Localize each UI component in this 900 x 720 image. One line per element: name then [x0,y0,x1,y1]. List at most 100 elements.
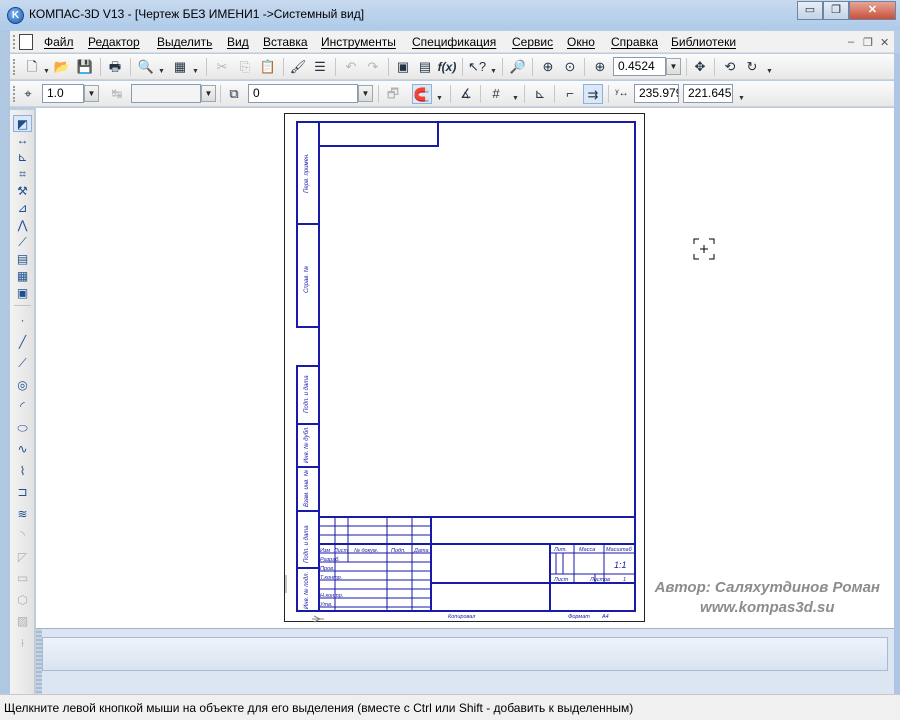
preview-icon[interactable]: 🔍 [136,57,156,77]
new-dropdown-arrow[interactable]: ▼ [43,68,50,75]
manager-icon[interactable]: ▦ [170,57,190,77]
menu-service[interactable]: Сервис [512,35,553,49]
contour-icon[interactable]: ⊐ [13,484,32,501]
auxiliary-line-icon[interactable]: ╱ [13,334,32,351]
zoom-scale-field[interactable]: 0.4524 [613,57,666,76]
view-state-icon[interactable]: 🗗 [383,84,403,104]
open-folder-icon[interactable]: 📂 [52,57,72,77]
menu-insert[interactable]: Вставка [263,35,308,49]
kompas-app-icon[interactable]: K [7,7,24,24]
step-field[interactable] [131,84,201,103]
toolbar-grip[interactable] [13,59,16,75]
new-document-icon[interactable]: 🗋 [22,57,42,77]
step-dropdown[interactable]: ▼ [201,85,216,102]
paste-icon[interactable]: 📋 [258,57,278,77]
local-coordinate-system-icon[interactable]: ⊾ [530,84,550,104]
manager-dropdown-arrow[interactable]: ▼ [192,68,199,75]
current-step-icon[interactable]: ↹ [107,84,127,104]
menu-tools[interactable]: Инструменты [321,35,396,49]
menu-help[interactable]: Справка [611,35,658,49]
designations-icon[interactable]: ⊾ [13,149,32,166]
round-off-icon[interactable]: ⇉ [583,84,603,104]
cut-icon[interactable]: ✂ [212,57,232,77]
layers-icon[interactable]: ⧉ [224,84,244,104]
zoom-all-icon[interactable]: ⊙ [560,57,580,77]
mdi-restore-button[interactable]: ❐ [863,36,873,49]
point-icon[interactable]: · [13,312,32,329]
snaps-dropdown-arrow[interactable]: ▼ [436,95,443,102]
refresh-view-icon[interactable]: ⟲ [720,57,740,77]
manager-panel-icon[interactable]: ▣ [393,57,413,77]
break-icon[interactable]: ⟊ [13,635,32,652]
polygon-icon[interactable]: ⬡ [13,592,32,609]
restore-button[interactable]: ❐ [823,1,849,20]
redo-icon[interactable]: ↷ [363,57,383,77]
document-icon[interactable] [19,34,33,50]
snaps-magnet-icon[interactable]: 🧲 [412,84,432,104]
zoom-scale-icon[interactable]: ⊕ [590,57,610,77]
help-dropdown-arrow[interactable]: ▼ [490,68,497,75]
arc-icon[interactable]: ◜ [13,398,32,415]
current-layer-field[interactable]: 0 [248,84,358,103]
polyline-icon[interactable]: ⌇ [13,463,32,480]
undo-icon[interactable]: ↶ [341,57,361,77]
toolbar-overflow-arrow[interactable]: ▼ [766,68,773,75]
preview-dropdown-arrow[interactable]: ▼ [158,68,165,75]
menu-window[interactable]: Окно [567,35,595,49]
measure-icon[interactable]: ⊿ [13,200,32,217]
hatch-icon[interactable]: ▨ [13,613,32,630]
cursor-y-field[interactable]: 221.645 [683,84,733,103]
mdi-close-button[interactable]: ✕ [880,36,889,49]
line-scale-field[interactable]: 1.0 [42,84,84,103]
variables-fx-icon[interactable]: f(x) [437,57,457,77]
grid-dropdown-arrow[interactable]: ▼ [512,95,519,102]
menu-libraries[interactable]: Библиотеки [671,35,736,49]
menu-file[interactable]: Файл [44,35,74,49]
equidistant-icon[interactable]: ≋ [13,506,32,523]
properties-list-icon[interactable]: ☰ [310,57,330,77]
orthogonal-icon[interactable]: ⌐ [560,84,580,104]
toolbar-grip[interactable] [13,86,16,102]
ortho-mode-icon[interactable]: ∡ [456,84,476,104]
segment-icon[interactable]: ⟋ [13,355,32,372]
select-icon[interactable]: ⋀ [13,217,32,234]
copy-properties-icon[interactable]: 🖌 [288,57,308,77]
layer-dropdown[interactable]: ▼ [358,85,373,102]
menu-specification[interactable]: Спецификация [412,35,496,49]
chamfer-icon[interactable]: ◸ [13,549,32,566]
toolbar-overflow-arrow[interactable]: ▼ [738,95,745,102]
ellipse-icon[interactable]: ⬭ [13,420,32,437]
circle-icon[interactable]: ◎ [13,377,32,394]
drawing-canvas[interactable]: Изм Лист № докум. Подп. Дата Разраб. Про… [36,108,894,628]
library-manager-icon[interactable]: ▤ [415,57,435,77]
menu-view[interactable]: Вид [227,35,249,49]
reports-icon[interactable]: ▦ [13,268,32,285]
associative-views-icon[interactable]: ⟋ [13,234,32,251]
menu-edit[interactable]: Редактор [88,35,140,49]
fillet-icon[interactable]: ◝ [13,527,32,544]
spline-icon[interactable]: ∿ [13,441,32,458]
mdi-minimize-button[interactable]: – [848,36,854,48]
editing-icon[interactable]: ⌗ [13,166,32,183]
zoom-in-icon[interactable]: ⊕ [538,57,558,77]
context-help-icon[interactable]: ↖? [467,57,487,77]
minimize-button[interactable]: ▭ [797,1,823,20]
geometry-icon[interactable]: ◩ [13,115,32,132]
redraw-icon[interactable]: ↻ [742,57,762,77]
local-cs-icon[interactable]: ⌖ [18,84,38,104]
zoom-window-icon[interactable]: 🔎 [508,57,528,77]
parametrization-icon[interactable]: ⚒ [13,183,32,200]
copy-icon[interactable]: ⎘ [235,57,255,77]
zoom-scale-dropdown[interactable]: ▼ [666,58,681,75]
cursor-x-field[interactable]: 235.979 [634,84,679,103]
menu-select[interactable]: Выделить [157,35,212,49]
close-button[interactable]: ✕ [849,1,896,20]
grid-icon[interactable]: # [486,84,506,104]
pan-icon[interactable]: ✥ [690,57,710,77]
rectangle-icon[interactable]: ▭ [13,570,32,587]
spec-icon[interactable]: ▤ [13,251,32,268]
menu-grip-handle[interactable] [13,35,16,49]
save-icon[interactable]: 💾 [75,57,95,77]
insert-fragment-icon[interactable]: ▣ [13,285,32,302]
print-icon[interactable]: 🖶 [105,57,125,77]
